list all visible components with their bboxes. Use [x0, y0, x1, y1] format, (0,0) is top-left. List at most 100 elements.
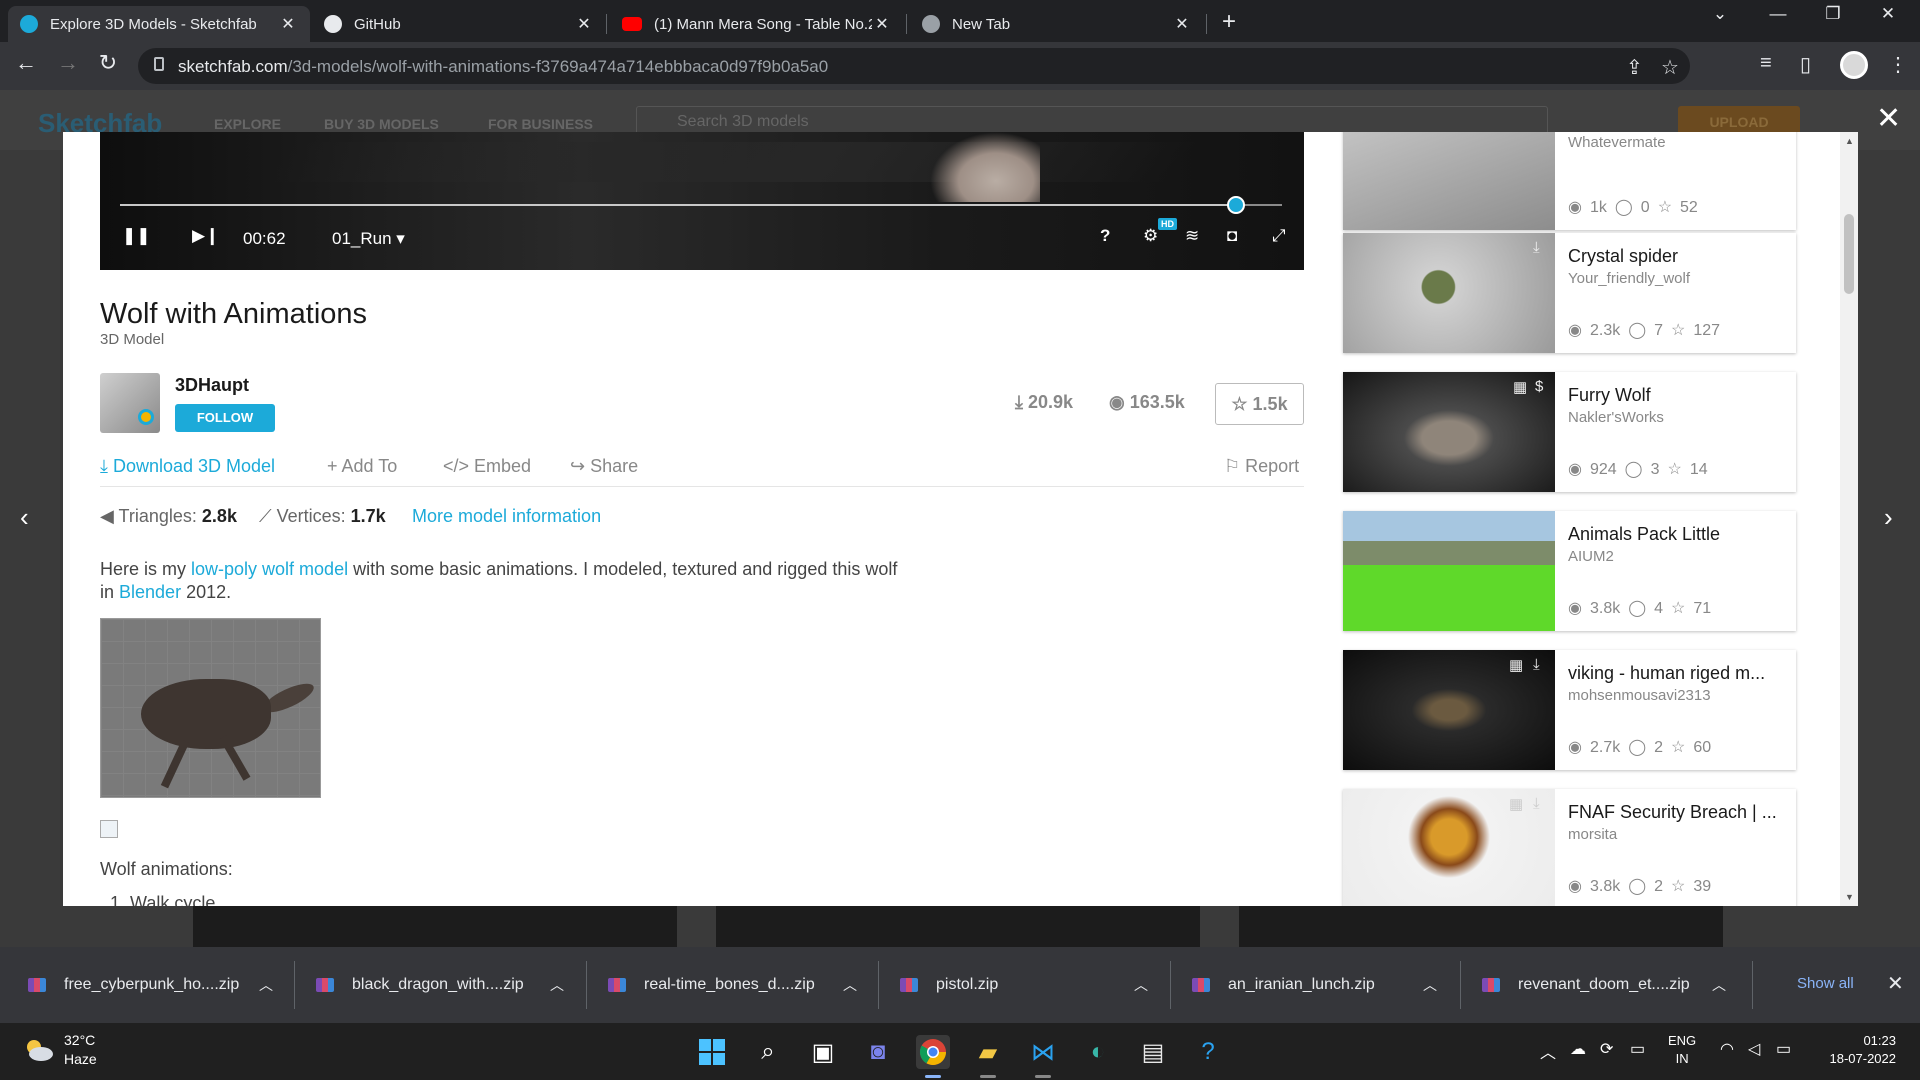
- settings-gear-icon[interactable]: ⚙: [1143, 226, 1158, 246]
- related-model-card[interactable]: Animals Pack Little AIUM2 ◉ 3.8k ◯ 4 ☆ 71: [1343, 511, 1796, 631]
- side-panel-icon[interactable]: ▯: [1800, 52, 1811, 77]
- profile-avatar[interactable]: [1840, 51, 1868, 79]
- follow-button[interactable]: FOLLOW: [175, 404, 275, 432]
- author-name[interactable]: 3DHaupt: [175, 375, 249, 396]
- scrollbar-thumb[interactable]: [1844, 214, 1854, 294]
- chevron-up-icon[interactable]: ︿: [1423, 975, 1437, 995]
- download-item[interactable]: revenant_doom_et....zip ︿: [1482, 947, 1726, 1023]
- reload-icon[interactable]: ↻: [92, 50, 124, 76]
- download-item[interactable]: real-time_bones_d....zip ︿: [608, 947, 857, 1023]
- model-author[interactable]: Nakler'sWorks: [1568, 409, 1664, 426]
- embed-button[interactable]: </> Embed: [443, 456, 531, 477]
- animation-select[interactable]: 01_Run ▾: [332, 229, 405, 249]
- author-avatar[interactable]: [100, 373, 160, 433]
- related-model-card[interactable]: ▦ $ Furry Wolf Nakler'sWorks ◉ 924 ◯ 3 ☆ 14: [1343, 372, 1796, 492]
- blender-link[interactable]: Blender: [119, 582, 181, 602]
- tab-close-icon[interactable]: ✕: [1172, 14, 1192, 34]
- chevron-up-icon[interactable]: ︿: [1134, 975, 1148, 995]
- microsoft-store-icon[interactable]: ▤: [1136, 1035, 1170, 1069]
- timeline-handle[interactable]: [1226, 196, 1245, 214]
- show-all-downloads-link[interactable]: Show all: [1797, 975, 1854, 992]
- vscode-icon[interactable]: ⋈: [1026, 1035, 1060, 1069]
- timeline-track[interactable]: [120, 204, 1282, 206]
- chrome-app-icon[interactable]: [916, 1035, 950, 1069]
- related-model-card[interactable]: Whatevermate ◉ 1k ◯ 0 ☆ 52: [1343, 132, 1796, 230]
- address-bar[interactable]: sketchfab.com/3d-models/wolf-with-animat…: [138, 48, 1690, 84]
- volume-icon[interactable]: ◁: [1748, 1039, 1760, 1059]
- layers-icon[interactable]: ≋: [1185, 226, 1199, 246]
- sync-icon[interactable]: ⟳: [1600, 1039, 1613, 1059]
- chevron-up-icon[interactable]: ︿: [843, 975, 857, 995]
- forward-arrow-icon[interactable]: →: [52, 50, 84, 76]
- like-button[interactable]: ☆ 1.5k: [1215, 383, 1304, 425]
- file-explorer-icon[interactable]: ▰: [971, 1035, 1005, 1069]
- share-button[interactable]: ↪ Share: [570, 456, 638, 477]
- onedrive-cloud-icon[interactable]: ☁: [1570, 1039, 1586, 1059]
- tab-youtube[interactable]: (1) Mann Mera Song - Table No.2 ✕: [610, 6, 904, 42]
- search-icon[interactable]: ⌕: [751, 1035, 785, 1069]
- task-view-icon[interactable]: ▣: [806, 1035, 840, 1069]
- weather-haze-icon[interactable]: [22, 1037, 54, 1063]
- download-item[interactable]: black_dragon_with....zip ︿: [316, 947, 564, 1023]
- model-author[interactable]: mohsenmousavi2313: [1568, 687, 1711, 704]
- download-item[interactable]: pistol.zip ︿: [900, 947, 1148, 1023]
- skip-next-icon[interactable]: ▶❙: [192, 226, 219, 246]
- model-author[interactable]: morsita: [1568, 826, 1617, 843]
- low-poly-wolf-link[interactable]: low-poly wolf model: [191, 559, 348, 579]
- scroll-up-icon[interactable]: ▲: [1845, 136, 1854, 146]
- tab-github[interactable]: GitHub ✕: [312, 6, 606, 42]
- new-tab-button[interactable]: +: [1222, 8, 1236, 36]
- scroll-down-icon[interactable]: ▼: [1845, 892, 1854, 902]
- model-name[interactable]: Animals Pack Little: [1568, 524, 1788, 545]
- model-name[interactable]: Furry Wolf: [1568, 385, 1788, 406]
- add-to-button[interactable]: + Add To: [327, 456, 397, 477]
- nav-for-business[interactable]: FOR BUSINESS: [488, 116, 593, 132]
- app-tray-icon[interactable]: ▭: [1630, 1039, 1645, 1059]
- wifi-icon[interactable]: ◠: [1720, 1039, 1734, 1059]
- model-viewer[interactable]: ❚❚ ▶❙ 00:62 01_Run ▾ ? ⚙ HD ≋ ◘ ⤢: [100, 132, 1304, 270]
- more-model-info-link[interactable]: More model information: [412, 506, 601, 527]
- weather-widget[interactable]: 32°C Haze: [64, 1031, 97, 1069]
- nav-buy-3d-models[interactable]: BUY 3D MODELS: [324, 116, 439, 132]
- tab-close-icon[interactable]: ✕: [278, 14, 298, 34]
- system-clock[interactable]: 01:23 18-07-2022: [1818, 1032, 1897, 1068]
- tab-close-icon[interactable]: ✕: [574, 14, 594, 34]
- modal-scrollbar[interactable]: ▲ ▼: [1840, 132, 1858, 906]
- tray-overflow-chevron-icon[interactable]: ︿: [1540, 1039, 1556, 1063]
- chevron-up-icon[interactable]: ︿: [550, 975, 564, 995]
- pause-icon[interactable]: ❚❚: [122, 226, 151, 246]
- vr-headset-icon[interactable]: ◘: [1227, 226, 1237, 246]
- restore-icon[interactable]: ❐: [1813, 4, 1853, 24]
- model-name[interactable]: viking - human riged m...: [1568, 663, 1788, 684]
- tab-search-chevron-icon[interactable]: ⌄: [1700, 4, 1740, 24]
- fullscreen-icon[interactable]: ⤢: [1272, 226, 1286, 246]
- share-page-icon[interactable]: ⇪: [1626, 55, 1643, 80]
- help-app-icon[interactable]: ?: [1191, 1035, 1225, 1069]
- edge-icon[interactable]: ◐: [1081, 1035, 1115, 1069]
- download-item[interactable]: free_cyberpunk_ho....zip ︿: [28, 947, 273, 1023]
- model-name[interactable]: FNAF Security Breach | ...: [1568, 802, 1788, 823]
- download-item[interactable]: an_iranian_lunch.zip ︿: [1192, 947, 1437, 1023]
- window-close-icon[interactable]: ✕: [1868, 4, 1908, 24]
- next-model-arrow-icon[interactable]: ›: [1884, 502, 1893, 533]
- input-language[interactable]: ENG IN: [1668, 1032, 1696, 1068]
- teams-chat-icon[interactable]: ◙: [861, 1035, 895, 1069]
- model-author[interactable]: AIUM2: [1568, 548, 1614, 565]
- back-arrow-icon[interactable]: ←: [10, 50, 42, 76]
- windows-start-icon[interactable]: [695, 1035, 729, 1069]
- close-downloads-icon[interactable]: ✕: [1887, 971, 1904, 996]
- model-author[interactable]: Your_friendly_wolf: [1568, 270, 1690, 287]
- model-name[interactable]: Crystal spider: [1568, 246, 1788, 267]
- tab-close-icon[interactable]: ✕: [872, 14, 892, 34]
- help-icon[interactable]: ?: [1100, 226, 1110, 246]
- bookmark-star-icon[interactable]: ☆: [1661, 55, 1679, 80]
- chevron-up-icon[interactable]: ︿: [259, 975, 273, 995]
- chevron-up-icon[interactable]: ︿: [1712, 975, 1726, 995]
- related-model-card[interactable]: ▦ ⤓ FNAF Security Breach | ... morsita ◉…: [1343, 789, 1796, 906]
- report-button[interactable]: ⚐ Report: [1224, 456, 1299, 477]
- battery-icon[interactable]: ▭: [1776, 1039, 1791, 1059]
- nav-explore[interactable]: EXPLORE: [214, 116, 281, 132]
- download-3d-model-link[interactable]: ⤓ Download 3D Model: [100, 456, 275, 477]
- related-model-card[interactable]: ⤓ Crystal spider Your_friendly_wolf ◉ 2.3…: [1343, 233, 1796, 353]
- tab-sketchfab[interactable]: Explore 3D Models - Sketchfab ✕: [8, 6, 310, 42]
